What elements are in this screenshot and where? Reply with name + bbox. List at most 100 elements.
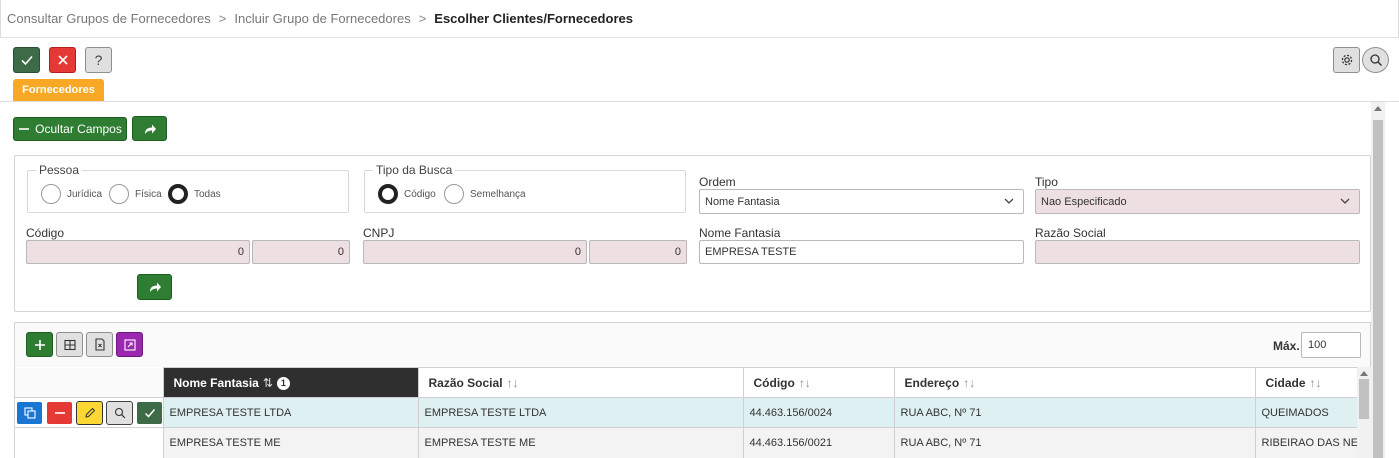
pessoa-legend: Pessoa [39, 163, 80, 177]
cell-cidade: QUEIMADOS [1255, 397, 1358, 428]
hide-fields-button[interactable]: Ocultar Campos [13, 117, 127, 141]
table-row[interactable]: EMPRESA TESTE LTDA EMPRESA TESTE LTDA 44… [15, 397, 1358, 428]
radio-fisica-label: Física [135, 188, 162, 200]
radio-fisica[interactable]: Física [109, 184, 162, 204]
edit-button[interactable] [76, 400, 103, 425]
cell-endereco: RUA ABC, Nº 71 [894, 427, 1256, 458]
codigo-to-input[interactable]: 0 [252, 240, 350, 264]
header-label: Cidade [1265, 375, 1306, 390]
minus-icon [54, 411, 65, 414]
share-button[interactable] [132, 116, 167, 141]
razao-social-input[interactable] [1035, 240, 1360, 264]
select-button[interactable] [136, 400, 162, 425]
copy-button[interactable] [16, 400, 43, 425]
breadcrumb-separator: > [218, 11, 227, 26]
grid-icon [63, 339, 76, 350]
minus-icon [19, 128, 30, 130]
cell-codigo: 44.463.156/0024 [743, 397, 895, 428]
ordem-value: Nome Fantasia [705, 195, 780, 208]
search-submit-button[interactable] [137, 274, 172, 300]
ordem-select[interactable]: Nome Fantasia [699, 189, 1024, 214]
columns-button[interactable] [56, 332, 83, 357]
check-icon [20, 55, 33, 66]
radio-codigo-dot [378, 184, 398, 204]
max-input[interactable]: 100 [1301, 332, 1361, 358]
page-scrollbar[interactable] [1371, 102, 1385, 458]
tipo-select[interactable]: Nao Especificado [1035, 189, 1360, 214]
share-arrow-icon [149, 282, 161, 292]
sort-icon: ⇅ [262, 375, 273, 390]
header-razao-social[interactable]: Razão Social ↑↓ [418, 367, 744, 398]
tab-fornecedores[interactable]: Fornecedores [13, 79, 104, 101]
table-scrollbar[interactable] [1357, 367, 1371, 458]
razao-social-label: Razão Social [1035, 226, 1106, 240]
scroll-up-icon [1374, 106, 1382, 111]
cell-cidade: RIBEIRAO DAS NEVES [1255, 427, 1358, 458]
breadcrumb: Consultar Grupos de Fornecedores > Inclu… [0, 0, 1399, 38]
header-endereco[interactable]: Endereço ↑↓ [894, 367, 1256, 398]
export-button[interactable] [86, 332, 113, 357]
row-actions [15, 427, 164, 458]
radio-juridica[interactable]: Jurídica [41, 184, 102, 204]
header-label: Razão Social [428, 375, 503, 390]
header-actions [15, 367, 164, 398]
header-cidade[interactable]: Cidade ↑↓ [1255, 367, 1358, 398]
plus-icon [34, 339, 45, 350]
pencil-icon [84, 407, 95, 418]
tipo-busca-legend: Tipo da Busca [376, 163, 453, 177]
radio-juridica-label: Jurídica [67, 188, 103, 200]
settings-button[interactable] [1333, 47, 1360, 73]
radio-semelhanca-dot [444, 184, 464, 204]
add-button[interactable] [26, 332, 53, 357]
breadcrumb-separator: > [418, 11, 427, 26]
results-table: Nome Fantasia ⇅ 1 Razão Social ↑↓ Código ↑↓ … [15, 367, 1358, 458]
codigo-label: Código [26, 226, 65, 240]
hide-fields-label: Ocultar Campos [35, 122, 122, 136]
check-icon [144, 408, 155, 418]
breadcrumb-link-consultar[interactable]: Consultar Grupos de Fornecedores [7, 11, 211, 26]
radio-juridica-dot [41, 184, 61, 204]
header-label: Código [753, 375, 795, 390]
cancel-button[interactable] [49, 47, 76, 73]
sort-icon: ↑↓ [1309, 375, 1322, 390]
sort-icon: ↑↓ [506, 375, 519, 390]
search-icon [114, 407, 125, 418]
table-scrollbar-thumb[interactable] [1359, 379, 1369, 419]
header-nome-fantasia[interactable]: Nome Fantasia ⇅ 1 [163, 367, 419, 398]
breadcrumb-current: Escolher Clientes/Fornecedores [434, 11, 633, 26]
radio-todas[interactable]: Todas [168, 184, 221, 204]
cell-endereco: RUA ABC, Nº 71 [894, 397, 1256, 428]
sort-icon: ↑↓ [963, 375, 976, 390]
page-scrollbar-thumb[interactable] [1373, 120, 1383, 458]
share-arrow-icon [144, 124, 156, 134]
cnpj-label: CNPJ [363, 226, 395, 240]
nome-fantasia-input[interactable]: EMPRESA TESTE [699, 240, 1024, 264]
radio-todas-dot [168, 184, 188, 204]
header-label: Nome Fantasia [173, 375, 259, 390]
table-row[interactable]: EMPRESA TESTE ME EMPRESA TESTE ME 44.463… [15, 427, 1358, 458]
codigo-from-input[interactable]: 0 [26, 240, 250, 264]
radio-semelhanca-label: Semelhança [470, 188, 526, 200]
radio-codigo-label: Código [404, 188, 436, 200]
expand-button[interactable] [116, 332, 143, 357]
tipo-value: Nao Especificado [1041, 195, 1127, 208]
breadcrumb-link-incluir[interactable]: Incluir Grupo de Fornecedores [234, 11, 410, 26]
cell-nome-fantasia: EMPRESA TESTE LTDA [163, 397, 419, 428]
search-button[interactable] [1362, 47, 1389, 73]
cell-nome-fantasia: EMPRESA TESTE ME [163, 427, 419, 458]
radio-codigo[interactable]: Código [378, 184, 436, 204]
radio-semelhanca[interactable]: Semelhança [444, 184, 526, 204]
cnpj-from-input[interactable]: 0 [363, 240, 587, 264]
chevron-down-icon [1340, 198, 1350, 204]
tab-divider [0, 101, 1399, 102]
view-button[interactable] [106, 400, 133, 425]
help-button[interactable]: ? [85, 47, 112, 73]
header-codigo[interactable]: Código ↑↓ [743, 367, 895, 398]
sort-icon: ↑↓ [798, 375, 811, 390]
row-actions [15, 397, 164, 428]
cnpj-to-input[interactable]: 0 [589, 240, 687, 264]
confirm-button[interactable] [13, 47, 40, 73]
cell-razao-social: EMPRESA TESTE LTDA [418, 397, 744, 428]
delete-button[interactable] [46, 400, 73, 425]
copy-icon [23, 406, 36, 419]
